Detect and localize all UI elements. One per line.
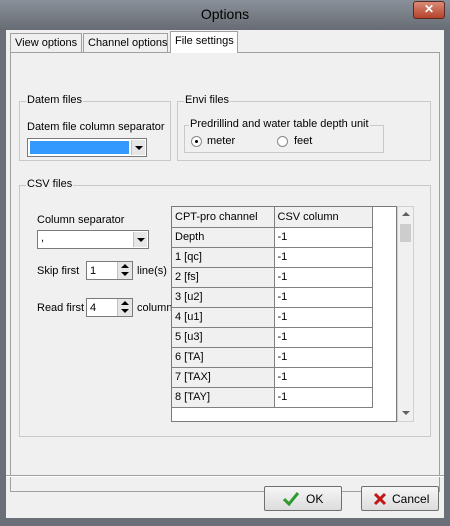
read-first-label: Read first xyxy=(37,302,85,314)
window-title: Options xyxy=(200,6,250,22)
scroll-thumb[interactable] xyxy=(400,224,411,242)
cancel-button[interactable]: Cancel xyxy=(361,486,439,511)
column-separator-combo[interactable]: , xyxy=(37,230,149,249)
channel-cell: 3 [u2] xyxy=(172,287,275,308)
channel-cell: 1 [qc] xyxy=(172,247,275,268)
column-header: CPT-pro channel xyxy=(172,207,275,228)
channel-cell: 5 [u3] xyxy=(172,327,275,348)
tab-channel-options[interactable]: Channel options xyxy=(83,33,168,52)
table-row: Depth -1 xyxy=(172,227,373,248)
tab-label: Channel options xyxy=(88,37,168,49)
feet-label: feet xyxy=(294,135,313,147)
group-title: Envi files xyxy=(184,94,231,106)
scroll-down-icon[interactable] xyxy=(398,406,413,421)
close-button[interactable]: ✕ xyxy=(413,1,445,19)
spinner-arrows-icon[interactable] xyxy=(117,299,132,316)
table-row: 1 [qc] -1 xyxy=(172,247,373,268)
ok-label: OK xyxy=(306,492,324,506)
selected-value: , xyxy=(41,232,45,244)
channel-mapping-grid[interactable]: CPT-pro channel CSV column Depth -1 1 [qc… xyxy=(171,206,397,422)
table-row: 4 [u1] -1 xyxy=(172,307,373,328)
cancel-label: Cancel xyxy=(392,492,430,506)
table-row: 6 [TA] -1 xyxy=(172,347,373,368)
csv-column-cell[interactable]: -1 xyxy=(274,247,373,268)
group-title: CSV files xyxy=(26,178,74,190)
scroll-up-icon[interactable] xyxy=(398,207,413,222)
table-row: 5 [u3] -1 xyxy=(172,327,373,348)
footer-divider xyxy=(6,475,444,477)
csv-column-cell[interactable]: -1 xyxy=(274,367,373,388)
table-row: 2 [fs] -1 xyxy=(172,267,373,288)
channel-cell: 4 [u1] xyxy=(172,307,275,328)
csv-column-cell[interactable]: -1 xyxy=(274,227,373,248)
skip-first-spinner[interactable]: 1 xyxy=(86,261,133,280)
tab-file-settings[interactable]: File settings xyxy=(170,31,238,53)
channel-cell: 8 [TAY] xyxy=(172,387,275,408)
spinner-value: 1 xyxy=(90,265,97,277)
csv-column-cell[interactable]: -1 xyxy=(274,287,373,308)
csv-column-cell[interactable]: -1 xyxy=(274,347,373,368)
spinner-value: 4 xyxy=(90,302,97,314)
channel-cell: 7 [TAX] xyxy=(172,367,275,388)
csv-column-cell[interactable]: -1 xyxy=(274,307,373,328)
spinner-arrows-icon[interactable] xyxy=(117,262,132,279)
csv-column-cell[interactable]: -1 xyxy=(274,267,373,288)
channel-cell: 6 [TA] xyxy=(172,347,275,368)
ok-button[interactable]: OK xyxy=(264,486,342,511)
table-row: 7 [TAX] -1 xyxy=(172,367,373,388)
options-window: Options ✕ View options Channel options F… xyxy=(0,0,450,526)
channel-cell: Depth xyxy=(172,227,275,248)
meter-label: meter xyxy=(207,135,236,147)
csv-column-cell[interactable]: -1 xyxy=(274,327,373,348)
csv-column-cell[interactable]: -1 xyxy=(274,387,373,408)
meter-radio[interactable] xyxy=(191,136,202,147)
table-row: 8 [TAY] -1 xyxy=(172,387,373,408)
tab-label: View options xyxy=(15,37,78,49)
title-bar[interactable]: Options ✕ xyxy=(0,0,450,30)
datem-separator-combo[interactable] xyxy=(27,138,147,157)
group-title: Datem files xyxy=(26,94,84,106)
grid-scrollbar[interactable] xyxy=(397,206,414,422)
dialog-body: View options Channel options File settin… xyxy=(6,30,444,518)
skip-unit-label: line(s) xyxy=(137,265,167,277)
checkmark-icon xyxy=(283,492,299,506)
close-icon: ✕ xyxy=(423,2,435,16)
read-first-spinner[interactable]: 4 xyxy=(86,298,133,317)
column-separator-label: Column separator xyxy=(37,214,125,226)
chevron-down-icon[interactable] xyxy=(133,232,147,247)
selected-value xyxy=(30,141,129,154)
table-row: 3 [u2] -1 xyxy=(172,287,373,308)
table-header-row: CPT-pro channel CSV column xyxy=(172,207,373,228)
skip-first-label: Skip first xyxy=(37,265,80,277)
datem-separator-label: Datem file column separator xyxy=(27,121,165,133)
chevron-down-icon[interactable] xyxy=(131,140,145,155)
group-title: Predrillind and water table depth unit xyxy=(189,118,370,130)
tab-label: File settings xyxy=(175,35,234,47)
column-header: CSV column xyxy=(274,207,373,228)
feet-radio[interactable] xyxy=(277,136,288,147)
cancel-x-icon xyxy=(373,492,387,506)
file-settings-page: Datem files Datem file column separator … xyxy=(10,52,440,492)
channel-cell: 2 [fs] xyxy=(172,267,275,288)
tab-view-options[interactable]: View options xyxy=(10,33,82,52)
